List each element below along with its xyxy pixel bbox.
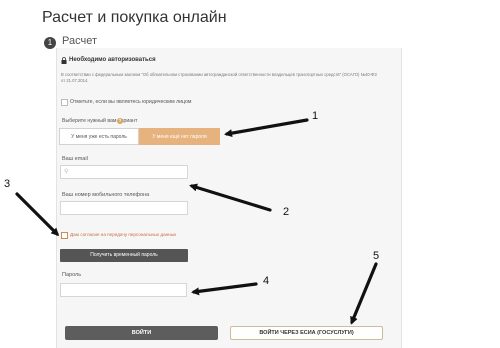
- arrow-3: [15, 192, 60, 237]
- lock-icon: [61, 57, 67, 64]
- password-label: Пароль: [62, 272, 82, 278]
- step-number-badge: 1: [44, 37, 56, 49]
- consent-checkbox[interactable]: [61, 232, 68, 239]
- toggle-no-password[interactable]: У меня ещё нет пароля: [139, 128, 220, 145]
- consent-label[interactable]: Даю согласие на передачу персональных да…: [70, 232, 176, 237]
- form-panel: [56, 48, 402, 348]
- email-field[interactable]: [60, 165, 188, 179]
- phone-label: Ваш номер мобильного телефона: [62, 192, 150, 198]
- law-notice-text: В соответствии с федеральным законом "Об…: [61, 72, 377, 83]
- get-temp-password-button[interactable]: Получить временный пароль: [60, 249, 188, 262]
- annotation-number-2: 2: [283, 206, 290, 218]
- help-icon[interactable]: ?: [117, 118, 123, 124]
- password-field[interactable]: [60, 283, 187, 297]
- login-button[interactable]: ВОЙТИ: [65, 326, 218, 340]
- esia-login-button[interactable]: ВОЙТИ ЧЕРЕЗ ЕСИА (ГОСУСЛУГИ): [230, 326, 383, 340]
- toggle-have-password[interactable]: У меня уже есть пароль: [59, 128, 139, 145]
- location-pin-icon: ⚲: [64, 169, 69, 175]
- legal-entity-checkbox[interactable]: [61, 99, 68, 106]
- annotation-number-1: 1: [312, 110, 319, 122]
- choose-option-label: Выберите нужный вам вариант: [62, 118, 138, 124]
- phone-field[interactable]: [60, 201, 188, 215]
- page-title: Расчет и покупка онлайн: [42, 9, 227, 26]
- annotation-number-5: 5: [373, 250, 380, 262]
- annotation-number-4: 4: [263, 275, 270, 287]
- annotation-number-3: 3: [4, 178, 11, 190]
- legal-entity-label[interactable]: Отметьте, если вы являетесь юридическим …: [70, 99, 191, 105]
- step-label: Расчет: [62, 35, 97, 47]
- email-label: Ваш email: [62, 156, 88, 162]
- auth-required-title: Необходимо авторизоваться: [69, 57, 156, 63]
